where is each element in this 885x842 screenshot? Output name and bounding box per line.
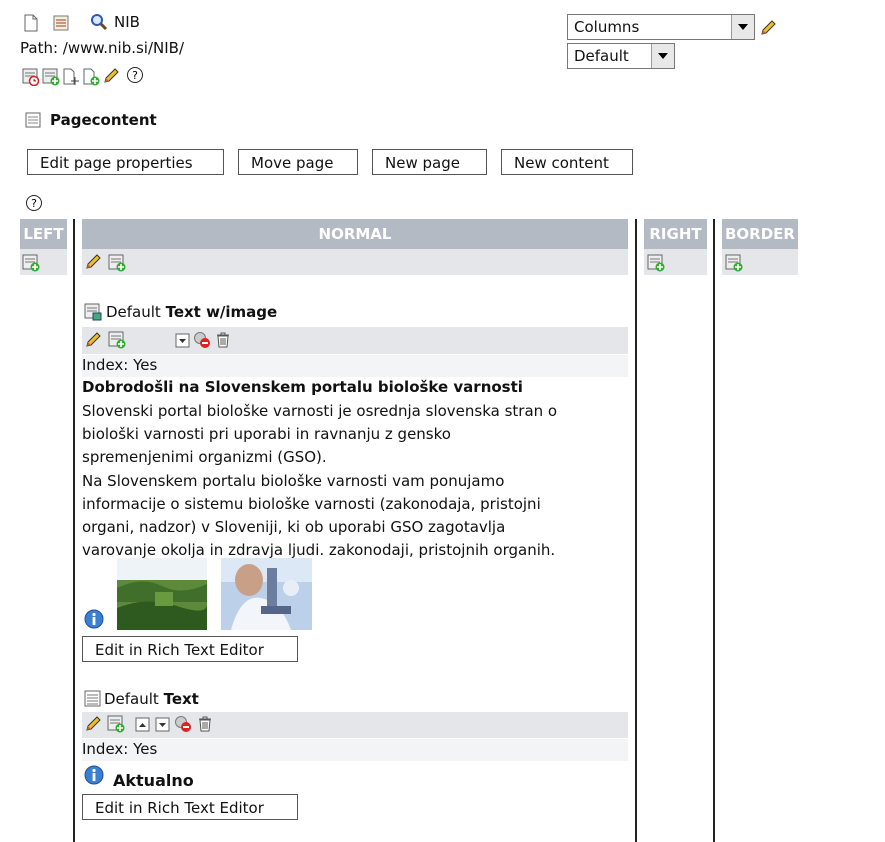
content-icon <box>24 111 42 129</box>
column-header-border: BORDER <box>722 219 798 249</box>
edit-pencil-icon[interactable] <box>102 67 120 85</box>
landscape-thumbnail <box>117 558 207 630</box>
element-type-name: Text <box>163 690 199 708</box>
element-toolbar <box>82 327 628 354</box>
trash-icon[interactable] <box>214 331 232 349</box>
new-content-button[interactable]: New content <box>501 149 633 175</box>
body-line: organi, nadzor) v Sloveniji, ki ob upora… <box>82 518 506 537</box>
hide-icon[interactable] <box>193 331 211 349</box>
help-icon[interactable]: ? <box>126 66 144 84</box>
column-header-normal: NORMAL <box>82 219 628 249</box>
hide-icon[interactable] <box>174 715 192 733</box>
text-icon <box>84 690 102 708</box>
svg-text:?: ? <box>132 69 138 82</box>
column-toolbar-normal <box>82 249 628 275</box>
element-type-name: Text w/image <box>165 303 278 321</box>
index-row <box>82 739 628 761</box>
edit-rich-text-editor-button[interactable]: Edit in Rich Text Editor <box>82 636 298 662</box>
new-record-icon[interactable] <box>42 68 60 86</box>
svg-text:?: ? <box>31 197 37 210</box>
info-icon[interactable] <box>84 609 104 629</box>
move-down-icon[interactable] <box>174 332 192 350</box>
new-record-icon[interactable] <box>22 254 40 272</box>
body-line: Slovenski portal biološke varnosti je os… <box>82 402 558 420</box>
element-type-label: Default Text w/image <box>106 303 277 321</box>
new-record-icon[interactable] <box>725 254 743 272</box>
move-page-button[interactable]: Move page <box>238 149 358 175</box>
move-up-icon[interactable] <box>134 716 152 734</box>
new-record-icon[interactable] <box>108 331 126 349</box>
page-icon[interactable] <box>22 14 40 32</box>
body-line: spremenjenimi organizmi (GSO). <box>82 448 327 467</box>
move-down-icon[interactable] <box>154 716 172 734</box>
new-record-icon[interactable] <box>647 254 665 272</box>
body-line: Na Slovenskem portalu biološke varnosti … <box>82 471 505 490</box>
column-header-left: LEFT <box>20 219 67 249</box>
edit-page-properties-button[interactable]: Edit page properties <box>27 149 224 175</box>
index-row <box>82 355 628 377</box>
edit-pencil-icon[interactable] <box>84 715 102 733</box>
index-status: Index: Yes <box>82 740 158 758</box>
column-header-right: RIGHT <box>644 219 707 249</box>
lab-thumbnail <box>221 558 312 630</box>
columns-select[interactable]: Columns <box>567 14 755 40</box>
text-image-icon <box>84 303 102 321</box>
trash-icon[interactable] <box>196 715 214 733</box>
column-divider <box>73 219 75 842</box>
content-body: Slovenski portal biološke varnosti je os… <box>82 400 632 562</box>
columns-select-value: Columns <box>574 18 640 36</box>
body-line: biološki varnosti pri uporabi in ravnanj… <box>82 425 451 444</box>
search-icon[interactable] <box>90 13 108 31</box>
breadcrumb: Path: /www.nib.si/NIB/ <box>20 39 185 57</box>
language-select-value: Default <box>574 47 629 65</box>
body-line: informacije o sistemu biološke varnosti … <box>82 494 541 513</box>
help-icon[interactable]: ? <box>25 194 43 212</box>
content-heading: Dobrodošli na Slovenskem portalu biološk… <box>82 378 523 396</box>
element-type-label: Default Text <box>104 690 199 708</box>
column-divider <box>713 219 715 842</box>
column-divider <box>635 219 637 842</box>
new-record-icon[interactable] <box>108 254 126 272</box>
edit-pencil-icon[interactable] <box>759 19 777 37</box>
new-record-icon[interactable] <box>107 715 125 733</box>
new-page-button[interactable]: New page <box>372 149 487 175</box>
element-type-prefix: Default <box>104 690 159 708</box>
new-page-icon[interactable] <box>82 68 100 86</box>
section-title: Pagecontent <box>50 111 157 129</box>
history-icon[interactable] <box>22 68 40 86</box>
content-heading: Aktualno <box>113 771 194 790</box>
page-title: NIB <box>114 13 140 31</box>
list-view-icon[interactable] <box>52 14 70 32</box>
chevron-down-icon <box>731 15 754 39</box>
edit-pencil-icon[interactable] <box>84 331 102 349</box>
edit-rich-text-editor-button[interactable]: Edit in Rich Text Editor <box>82 794 298 820</box>
move-page-icon[interactable] <box>62 68 80 86</box>
edit-pencil-icon[interactable] <box>84 253 102 271</box>
info-icon[interactable] <box>84 765 104 785</box>
index-status: Index: Yes <box>82 356 158 374</box>
element-type-prefix: Default <box>106 303 161 321</box>
chevron-down-icon <box>651 44 674 68</box>
language-select[interactable]: Default <box>567 43 675 69</box>
